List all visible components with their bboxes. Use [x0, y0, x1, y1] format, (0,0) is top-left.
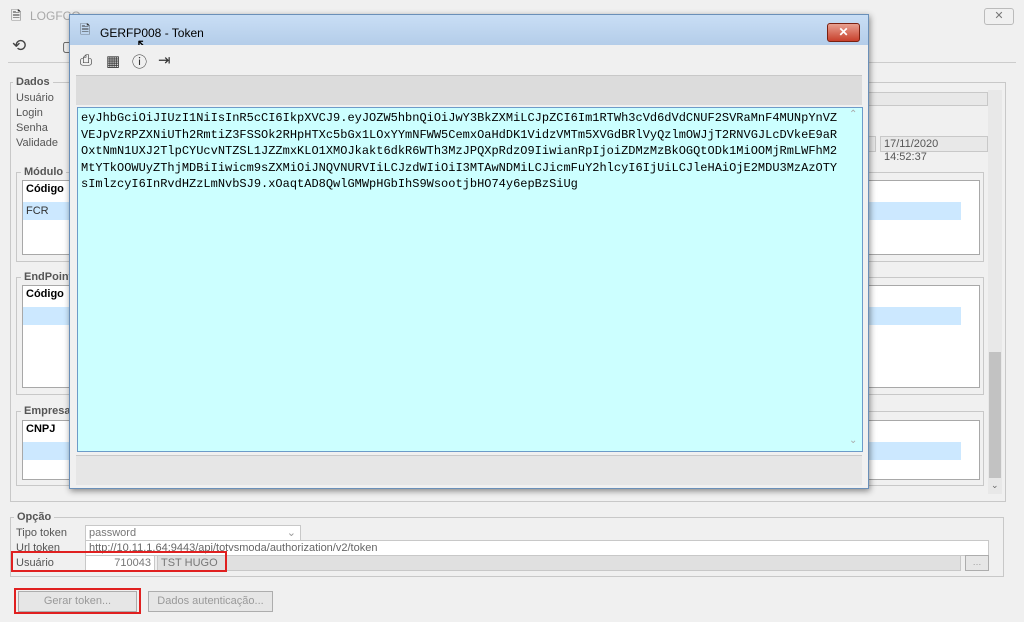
tipo-token-select[interactable]: password ⌄ [85, 525, 301, 541]
token-dialog: 🗎 GERFP008 - Token ↖ ✕ ⎙ ▦ ⓘ ⇥ eyJhbGciO… [69, 14, 869, 489]
login-label: Login [16, 107, 43, 119]
tipo-token-label: Tipo token [16, 527, 67, 539]
dialog-header-band [76, 75, 862, 105]
scroll-down-icon[interactable]: ⌄ [991, 480, 999, 491]
token-textarea[interactable]: eyJhbGciOiJIUzI1NiIsInR5cCI6IkpXVCJ9.eyJ… [77, 107, 863, 452]
dialog-title: GERFP008 - Token [100, 26, 204, 40]
validade-label: Validade [16, 137, 58, 149]
lookup-button[interactable]: … [965, 555, 989, 571]
empresa-label: Empresa [21, 405, 74, 417]
usuario-name-field: TST HUGO [157, 555, 961, 571]
highlight-usuario [11, 551, 227, 572]
dados-scrollbar[interactable]: ⌄ [988, 90, 1002, 494]
highlight-gerar [14, 588, 141, 614]
usuario-field[interactable] [868, 92, 988, 106]
refresh-icon[interactable]: ⟲ [12, 36, 26, 56]
usuario-label: Usuário [16, 92, 54, 104]
opcao-label: Opção [14, 511, 55, 523]
dialog-toolbar: ⎙ ▦ ⓘ ⇥ [76, 45, 862, 75]
document-icon: 🗎 [80, 22, 91, 37]
validade-field: 17/11/2020 14:52:37 [880, 136, 988, 163]
modulo-label: Módulo [21, 166, 67, 178]
document-icon: 🗎 [11, 8, 22, 23]
scrollbar-thumb[interactable] [989, 352, 1001, 478]
exit-icon[interactable]: ⇥ [158, 51, 171, 69]
chevron-down-icon: ⌄ [286, 527, 296, 539]
scroll-up-icon[interactable]: ⌃ [849, 109, 857, 120]
dados-label: Dados [13, 76, 53, 88]
endpoint-label: EndPoint [21, 271, 76, 283]
token-scrollbar[interactable]: ⌃ ⌄ [846, 109, 860, 450]
dialog-titlebar: 🗎 GERFP008 - Token ↖ ✕ [70, 15, 868, 54]
scroll-down-icon[interactable]: ⌄ [849, 435, 857, 446]
dialog-footer [76, 455, 862, 485]
help-icon[interactable]: ⓘ [132, 51, 147, 72]
dados-autenticacao-button[interactable]: Dados autenticação... [148, 591, 273, 612]
print-icon[interactable]: ⎙ [80, 52, 92, 69]
dialog-close-button[interactable]: ✕ [827, 23, 860, 42]
senha-label: Senha [16, 122, 48, 134]
calendar-icon[interactable]: ▦ [106, 52, 120, 70]
background-close-button[interactable]: ✕ [984, 8, 1014, 25]
